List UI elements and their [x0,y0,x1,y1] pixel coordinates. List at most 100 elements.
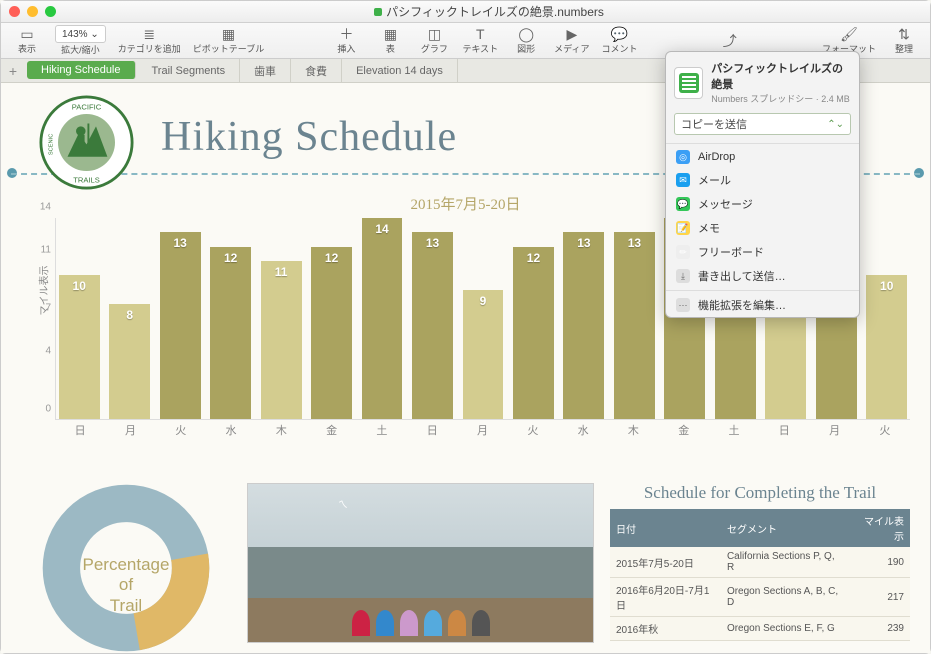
text-label: テキスト [462,42,498,55]
y-tick: 7 [45,303,51,314]
comment-button[interactable]: 💬コメント [598,26,642,55]
bar[interactable]: 12 [513,247,554,419]
bar-value: 10 [59,279,100,293]
bar-value: 9 [463,294,504,308]
popover-header: パシフィックトレイルズの絶景 Numbers スプレッドシー · 2.4 MB [666,52,859,113]
share-option[interactable]: ◎AirDrop [666,146,859,168]
table-cell[interactable]: 2016年秋 [610,617,721,641]
x-tick: 木 [608,422,658,438]
shape-button[interactable]: ◯図形 [506,26,546,55]
edit-extensions-item[interactable]: ⋯ 機能拡張を編集… [666,293,859,317]
bar[interactable]: 10 [866,275,907,419]
export-label: 書き出して送信… [698,268,786,284]
format-icon: 🖌 [840,26,858,42]
share-option-label: フリーボード [698,244,764,260]
share-option-label: AirDrop [698,151,735,163]
text-button[interactable]: Tテキスト [458,26,502,55]
table-cell[interactable]: 190 [850,547,910,578]
y-axis: 0471114 [27,218,51,420]
svg-text:PACIFIC: PACIFIC [72,102,102,111]
view-label: 表示 [18,42,36,55]
x-tick: 月 [809,422,859,438]
x-tick: 金 [306,422,356,438]
x-tick: 日 [407,422,457,438]
category-icon: ≣ [143,26,155,42]
view-button[interactable]: ▭表示 [7,26,47,55]
send-copy-select[interactable]: コピーを送信 ⌃⌄ [674,113,851,135]
insert-button[interactable]: ＋挿入 [326,26,366,55]
chart-label: グラフ [421,42,448,55]
bar-value: 14 [362,222,403,236]
share-option[interactable]: ✉メール [666,168,859,192]
share-button[interactable]: ⤴ [700,33,760,49]
zoom-button[interactable]: 143% ⌄拡大/縮小 [51,25,110,56]
share-option[interactable]: 💬メッセージ [666,192,859,216]
popover-title: パシフィックトレイルズの絶景 [711,60,851,92]
table-row[interactable]: 2016年秋Oregon Sections E, F, G239 [610,617,910,641]
bar[interactable]: 13 [160,232,201,419]
bar[interactable]: 13 [563,232,604,419]
bar[interactable]: 12 [311,247,352,419]
photo-placeholder[interactable]: ㄟ [247,483,594,643]
table-row[interactable]: 2016年6月20日-7月1日Oregon Sections A, B, C, … [610,578,910,617]
chart-icon: ◫ [428,26,441,42]
minimize-window-button[interactable] [27,6,38,17]
bar[interactable]: 13 [412,232,453,419]
sheet-tab[interactable]: 食費 [291,59,342,82]
table-button[interactable]: ▦表 [370,26,410,55]
bar[interactable]: 13 [614,232,655,419]
export-icon: ⤓ [676,269,690,283]
share-option[interactable]: 📝メモ [666,216,859,240]
x-tick: 土 [357,422,407,438]
add-category-button[interactable]: ≣カテゴリを追加 [114,26,185,55]
table-icon: ▦ [384,26,397,42]
table-cell[interactable]: 239 [850,617,910,641]
zoom-value[interactable]: 143% ⌄ [55,25,106,43]
sheet-tab[interactable]: Trail Segments [138,59,241,82]
table-header[interactable]: 日付 [610,509,721,547]
bar[interactable]: 11 [261,261,302,419]
x-tick: 火 [156,422,206,438]
table-cell[interactable]: California Sections P, Q, R [721,547,850,578]
table-cell[interactable]: Oregon Sections A, B, C, D [721,578,850,617]
chart-button[interactable]: ◫グラフ [414,26,454,55]
x-tick: 日 [759,422,809,438]
window-title-text: パシフィックトレイルズの絶景.numbers [386,3,604,20]
comment-label: コメント [602,42,638,55]
send-copy-label: コピーを送信 [681,116,747,132]
bar[interactable]: 10 [59,275,100,419]
table-header[interactable]: セグメント [721,509,850,547]
media-button[interactable]: ▶メディア [550,26,593,55]
add-sheet-button[interactable]: + [1,63,25,79]
svg-text:SCENIC: SCENIC [48,134,54,156]
table-cell[interactable]: 2016年6月20日-7月1日 [610,578,721,617]
organize-button[interactable]: ⇅整理 [884,26,924,55]
popover-subtitle: Numbers スプレッドシー · 2.4 MB [711,92,851,105]
organize-label: 整理 [895,42,913,55]
sheet-tab[interactable]: 歯車 [240,59,291,82]
table-cell[interactable]: 2015年7月5-20日 [610,547,721,578]
bar-value: 13 [563,236,604,250]
pivot-table-button[interactable]: ▦ピボットテーブル [189,26,268,55]
bar[interactable]: 14 [362,218,403,419]
sheet-tab[interactable]: Hiking Schedule [27,61,136,79]
donut-chart[interactable]: Percentage of Trail [21,483,231,653]
share-option[interactable]: ✏フリーボード [666,240,859,264]
table-cell[interactable]: Oregon Sections E, F, G [721,617,850,641]
bar-value: 8 [109,308,150,322]
bar[interactable]: 8 [109,304,150,419]
table-row[interactable]: 2015年7月5-20日California Sections P, Q, R1… [610,547,910,578]
close-window-button[interactable] [9,6,20,17]
x-tick: 木 [256,422,306,438]
table-cell[interactable]: 217 [850,578,910,617]
bar[interactable]: 9 [463,290,504,419]
sheet-tab[interactable]: Elevation 14 days [342,59,458,82]
table-header[interactable]: マイル表示 [850,509,910,547]
bar[interactable]: 12 [210,247,251,419]
document-proxy-icon[interactable] [374,8,382,16]
zoom-window-button[interactable] [45,6,56,17]
schedule-table[interactable]: 日付セグメントマイル表示 2015年7月5-20日California Sect… [610,509,910,641]
export-and-send-item[interactable]: ⤓ 書き出して送信… [666,264,859,288]
y-tick: 11 [41,245,51,256]
x-tick: 土 [709,422,759,438]
